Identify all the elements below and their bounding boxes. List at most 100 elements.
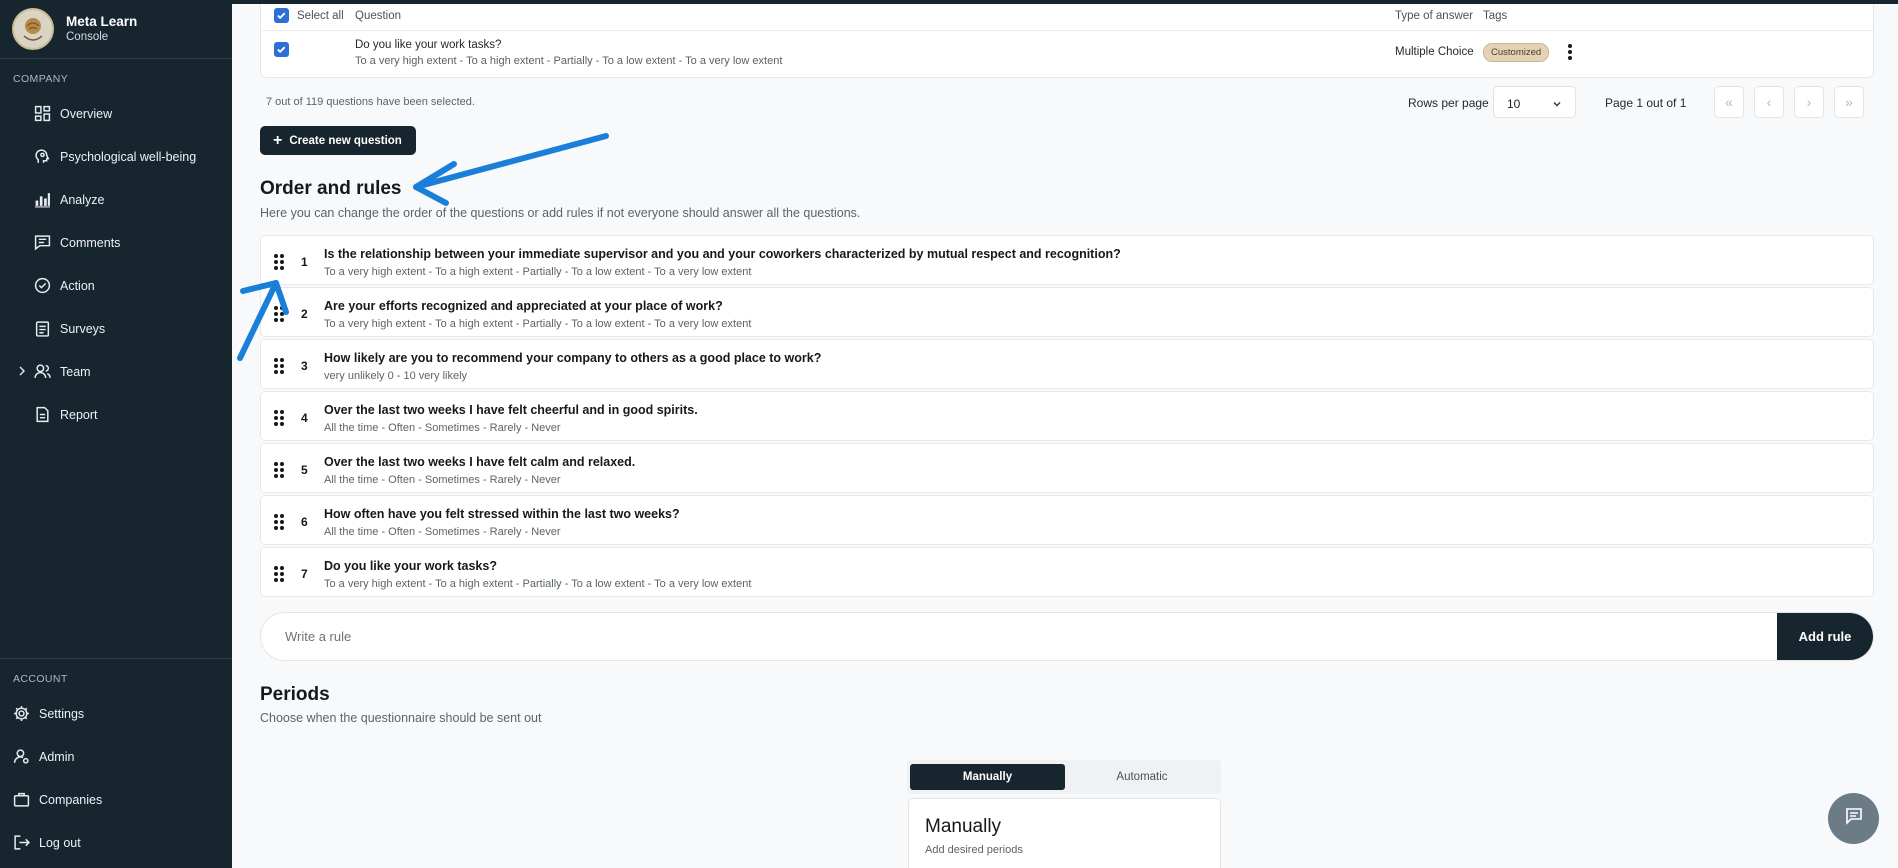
list-item[interactable]: 6 How often have you felt stressed withi… bbox=[260, 495, 1874, 545]
users-icon bbox=[34, 363, 51, 380]
period-card-subtitle: Add desired periods bbox=[925, 844, 1023, 856]
first-page-button[interactable]: « bbox=[1714, 86, 1744, 118]
sidebar-item-log-out[interactable]: Log out bbox=[0, 821, 232, 864]
sidebar-item-label: Admin bbox=[39, 749, 75, 764]
question-number: 6 bbox=[301, 515, 308, 529]
account-nav: Settings Admin Companies Log out bbox=[0, 692, 232, 864]
prev-page-button[interactable]: ‹ bbox=[1754, 86, 1784, 118]
chevron-down-icon bbox=[1552, 98, 1562, 108]
head-icon bbox=[34, 148, 51, 165]
drag-handle-icon[interactable] bbox=[273, 305, 285, 323]
double-chevron-left-icon: « bbox=[1725, 94, 1733, 110]
question-number: 5 bbox=[301, 463, 308, 477]
status-badge: Customized bbox=[1483, 43, 1550, 62]
company-section-label: COMPANY bbox=[13, 73, 69, 85]
period-mode-toggle: Manually Automatic bbox=[907, 760, 1221, 794]
question-number: 2 bbox=[301, 307, 308, 321]
brain-logo-icon bbox=[12, 8, 54, 50]
sidebar-item-analyze[interactable]: Analyze bbox=[0, 178, 232, 221]
tab-automatic[interactable]: Automatic bbox=[1067, 764, 1217, 790]
tags-header: Tags bbox=[1483, 10, 1508, 22]
list-item[interactable]: 4 Over the last two weeks I have felt ch… bbox=[260, 391, 1874, 441]
sidebar-item-companies[interactable]: Companies bbox=[0, 778, 232, 821]
question-title: How likely are you to recommend your com… bbox=[324, 351, 822, 365]
next-page-button[interactable]: › bbox=[1794, 86, 1824, 118]
selected-count-text: 7 out of 119 questions have been selecte… bbox=[266, 96, 475, 108]
app-subtitle: Console bbox=[66, 31, 109, 43]
order-list: 1 Is the relationship between your immed… bbox=[260, 235, 1874, 599]
drag-handle-icon[interactable] bbox=[273, 461, 285, 479]
sidebar-item-psychological-well-being[interactable]: Psychological well-being bbox=[0, 135, 232, 178]
question-scale: very unlikely 0 - 10 very likely bbox=[324, 370, 468, 382]
period-card-title: Manually bbox=[925, 816, 1002, 837]
kebab-menu-icon[interactable] bbox=[1567, 43, 1573, 66]
sidebar-item-label: Companies bbox=[39, 792, 103, 807]
row-checkbox[interactable] bbox=[274, 42, 289, 57]
sidebar-item-action[interactable]: Action bbox=[0, 264, 232, 307]
drag-handle-icon[interactable] bbox=[273, 409, 285, 427]
drag-handle-icon[interactable] bbox=[273, 513, 285, 531]
brand[interactable]: Meta Learn Console bbox=[0, 0, 232, 59]
last-page-button[interactable]: » bbox=[1834, 86, 1864, 118]
sidebar-item-report[interactable]: Report bbox=[0, 393, 232, 436]
question-scale: All the time - Often - Sometimes - Rarel… bbox=[324, 526, 561, 538]
question-scale: All the time - Often - Sometimes - Rarel… bbox=[324, 474, 561, 486]
plus-icon: + bbox=[273, 131, 283, 149]
order-rules-description: Here you can change the order of the que… bbox=[260, 206, 861, 220]
question-title: Over the last two weeks I have felt calm… bbox=[324, 455, 636, 469]
periods-title: Periods bbox=[260, 684, 330, 705]
sidebar-item-comments[interactable]: Comments bbox=[0, 221, 232, 264]
list-item[interactable]: 1 Is the relationship between your immed… bbox=[260, 235, 1874, 285]
question-number: 7 bbox=[301, 567, 308, 581]
bar-chart-icon bbox=[34, 191, 51, 208]
create-question-label: Create new question bbox=[289, 134, 402, 147]
sidebar-item-label: Overview bbox=[60, 106, 113, 121]
create-question-button[interactable]: + Create new question bbox=[260, 126, 416, 155]
list-item[interactable]: 3 How likely are you to recommend your c… bbox=[260, 339, 1874, 389]
list-item[interactable]: 2 Are your efforts recognized and apprec… bbox=[260, 287, 1874, 337]
type-header: Type of answer bbox=[1395, 10, 1473, 22]
company-nav: Overview Psychological well-being Analyz… bbox=[0, 92, 232, 436]
rows-per-page-label: Rows per page bbox=[1408, 96, 1489, 110]
account-section-label: ACCOUNT bbox=[13, 673, 68, 685]
chevron-left-icon: ‹ bbox=[1766, 94, 1772, 110]
sidebar-item-label: Analyze bbox=[60, 192, 105, 207]
sidebar-item-label: Log out bbox=[39, 835, 81, 850]
row-question-title: Do you like your work tasks? bbox=[355, 39, 502, 51]
question-table: Select all Question Type of answer Tags … bbox=[260, 4, 1874, 78]
sidebar-item-settings[interactable]: Settings bbox=[0, 692, 232, 735]
add-rule-button[interactable]: Add rule bbox=[1777, 613, 1873, 660]
sidebar-item-team[interactable]: Team bbox=[0, 350, 232, 393]
sidebar-item-label: Report bbox=[60, 407, 98, 422]
rows-per-page-select[interactable]: 10 bbox=[1493, 86, 1576, 118]
list-item[interactable]: 7 Do you like your work tasks? To a very… bbox=[260, 547, 1874, 597]
question-scale: All the time - Often - Sometimes - Rarel… bbox=[324, 422, 561, 434]
chat-button[interactable] bbox=[1828, 793, 1879, 844]
period-card: Manually Add desired periods bbox=[908, 798, 1221, 868]
gear-icon bbox=[13, 705, 30, 722]
drag-handle-icon[interactable] bbox=[273, 565, 285, 583]
drag-handle-icon[interactable] bbox=[273, 357, 285, 375]
table-header: Select all Question Type of answer Tags bbox=[261, 4, 1873, 31]
sidebar-item-admin[interactable]: Admin bbox=[0, 735, 232, 778]
sidebar-divider bbox=[0, 658, 232, 659]
page-info: Page 1 out of 1 bbox=[1605, 96, 1687, 110]
table-row[interactable]: Do you like your work tasks? To a very h… bbox=[261, 31, 1873, 77]
document-icon bbox=[34, 406, 51, 423]
sidebar-item-surveys[interactable]: Surveys bbox=[0, 307, 232, 350]
sidebar-item-label: Team bbox=[60, 364, 91, 379]
sidebar: Meta Learn Console COMPANY Overview Psyc… bbox=[0, 0, 232, 868]
sidebar-item-overview[interactable]: Overview bbox=[0, 92, 232, 135]
rule-input[interactable] bbox=[261, 613, 1776, 660]
row-question-scale: To a very high extent - To a high extent… bbox=[355, 55, 783, 67]
list-item[interactable]: 5 Over the last two weeks I have felt ca… bbox=[260, 443, 1874, 493]
question-title: Are your efforts recognized and apprecia… bbox=[324, 299, 723, 313]
sidebar-item-label: Surveys bbox=[60, 321, 106, 336]
rule-form: Add rule bbox=[260, 612, 1874, 661]
select-all-checkbox[interactable] bbox=[274, 8, 289, 23]
chevron-right-icon[interactable] bbox=[16, 364, 28, 378]
chevron-right-icon: › bbox=[1806, 94, 1812, 110]
drag-handle-icon[interactable] bbox=[273, 253, 285, 271]
tab-manually[interactable]: Manually bbox=[910, 764, 1065, 790]
chat-icon bbox=[1844, 806, 1864, 831]
